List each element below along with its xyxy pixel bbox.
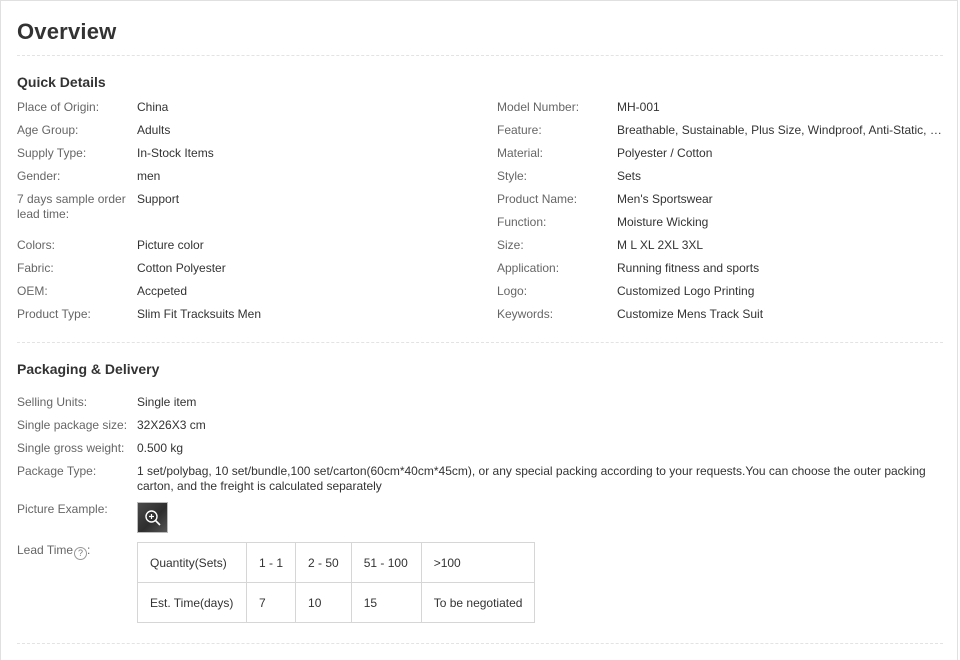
divider — [17, 643, 943, 644]
detail-label: Age Group: — [17, 123, 79, 137]
table-row: Est. Time(days) 7 10 15 To be negotiated — [137, 582, 536, 623]
table-cell: Quantity(Sets) — [137, 542, 247, 583]
table-cell: 51 - 100 — [350, 542, 422, 583]
detail-value: In-Stock Items — [137, 146, 214, 160]
detail-label: Model Number: — [497, 100, 580, 114]
picture-example-thumbnail[interactable] — [137, 502, 168, 533]
detail-label: Colors: — [17, 238, 56, 252]
detail-label: Single package size: — [17, 418, 128, 432]
detail-value: Picture color — [137, 238, 204, 252]
detail-value: Customize Mens Track Suit — [617, 307, 764, 321]
detail-value: Accpeted — [137, 284, 188, 298]
detail-value: MH-001 — [617, 100, 660, 114]
detail-value: M L XL 2XL 3XL — [617, 238, 704, 252]
quick-details-heading: Quick Details — [17, 74, 106, 90]
detail-label: Logo: — [497, 284, 528, 298]
picture-example-label: Picture Example: — [17, 502, 108, 516]
detail-label: Gender: — [17, 169, 61, 183]
detail-label: Product Type: — [17, 307, 91, 321]
lead-time-colon: : — [87, 543, 91, 557]
detail-label: OEM: — [17, 284, 48, 298]
detail-value: China — [137, 100, 169, 114]
packaging-delivery-heading: Packaging & Delivery — [17, 361, 160, 377]
detail-value: Breathable, Sustainable, Plus Size, Wind… — [617, 123, 943, 137]
detail-value: Men's Sportswear — [617, 192, 713, 206]
detail-value: Adults — [137, 123, 171, 137]
divider — [17, 55, 943, 56]
table-cell: >100 — [420, 542, 536, 583]
table-cell: 1 - 1 — [245, 542, 297, 583]
help-icon[interactable]: ? — [74, 547, 88, 560]
detail-label: Selling Units: — [17, 395, 88, 409]
detail-label: 7 days sample order lead time: — [17, 192, 126, 221]
zoom-in-icon — [145, 510, 161, 526]
detail-value: men — [137, 169, 161, 183]
table-cell: To be negotiated — [420, 582, 536, 623]
table-cell: Est. Time(days) — [137, 582, 247, 623]
lead-time-table: Quantity(Sets) 1 - 1 2 - 50 51 - 100 >10… — [137, 542, 536, 623]
detail-value: 1 set/polybag, 10 set/bundle,100 set/car… — [137, 464, 926, 493]
table-cell: 7 — [245, 582, 297, 623]
detail-label: Keywords: — [497, 307, 554, 321]
lead-time-text: Lead Time — [17, 543, 74, 557]
detail-label: Application: — [497, 261, 560, 275]
detail-label: Size: — [497, 238, 524, 252]
detail-label: Fabric: — [17, 261, 54, 275]
detail-value: Slim Fit Tracksuits Men — [137, 307, 262, 321]
page-title: Overview — [17, 19, 117, 44]
table-cell: 15 — [350, 582, 422, 623]
detail-label: Style: — [497, 169, 528, 183]
detail-label: Package Type: — [17, 464, 97, 478]
detail-value: Running fitness and sports — [617, 261, 760, 275]
divider — [17, 342, 943, 343]
table-cell: 10 — [295, 582, 352, 623]
table-cell: 2 - 50 — [295, 542, 352, 583]
table-row: Quantity(Sets) 1 - 1 2 - 50 51 - 100 >10… — [137, 542, 536, 583]
detail-value: Single item — [137, 395, 197, 409]
detail-value: 0.500 kg — [137, 441, 184, 455]
detail-label: Place of Origin: — [17, 100, 100, 114]
detail-label: Feature: — [497, 123, 542, 137]
detail-label: Function: — [497, 215, 547, 229]
detail-label: Single gross weight: — [17, 441, 125, 455]
detail-value: Polyester / Cotton — [617, 146, 713, 160]
detail-value: Support — [137, 192, 180, 206]
detail-value: Moisture Wicking — [617, 215, 709, 229]
detail-label: Material: — [497, 146, 544, 160]
lead-time-label: Lead Time?: — [17, 543, 132, 560]
detail-label: Supply Type: — [17, 146, 87, 160]
detail-value: 32X26X3 cm — [137, 418, 206, 432]
detail-value: Sets — [617, 169, 642, 183]
detail-label: Product Name: — [497, 192, 578, 206]
detail-value: Customized Logo Printing — [617, 284, 755, 298]
detail-value: Cotton Polyester — [137, 261, 226, 275]
